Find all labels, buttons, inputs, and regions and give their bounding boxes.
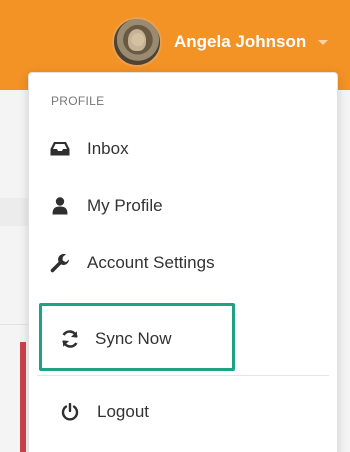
menu-item-label: Account Settings: [87, 253, 215, 272]
background-band: [0, 198, 28, 226]
menu-item-label: Sync Now: [95, 329, 172, 348]
background-divider: [0, 324, 28, 325]
menu-item-inbox[interactable]: Inbox: [29, 121, 337, 177]
menu-item-account-settings[interactable]: Account Settings: [29, 235, 337, 291]
avatar: [112, 17, 162, 67]
background-status-bar: [20, 342, 26, 452]
profile-dropdown-menu: PROFILE Inbox My Profile Account Setting…: [28, 72, 338, 452]
menu-item-label: Inbox: [87, 139, 129, 158]
user-menu-toggle[interactable]: Angela Johnson: [112, 16, 329, 68]
menu-divider: [37, 375, 329, 376]
wrench-icon: [49, 252, 71, 274]
menu-item-my-profile[interactable]: My Profile: [29, 178, 337, 234]
user-icon: [49, 195, 71, 217]
menu-item-label: Logout: [97, 402, 149, 421]
user-name: Angela Johnson: [174, 32, 307, 51]
power-icon: [59, 401, 81, 423]
page: Angela Johnson PROFILE Inbox My Profile: [0, 0, 350, 452]
chevron-down-icon: [318, 39, 329, 45]
menu-section-title: PROFILE: [51, 94, 105, 108]
menu-item-logout[interactable]: Logout: [29, 384, 337, 440]
menu-item-sync-now[interactable]: Sync Now: [29, 311, 337, 367]
inbox-icon: [49, 138, 71, 160]
menu-item-label: My Profile: [87, 196, 163, 215]
sync-icon: [59, 328, 81, 350]
